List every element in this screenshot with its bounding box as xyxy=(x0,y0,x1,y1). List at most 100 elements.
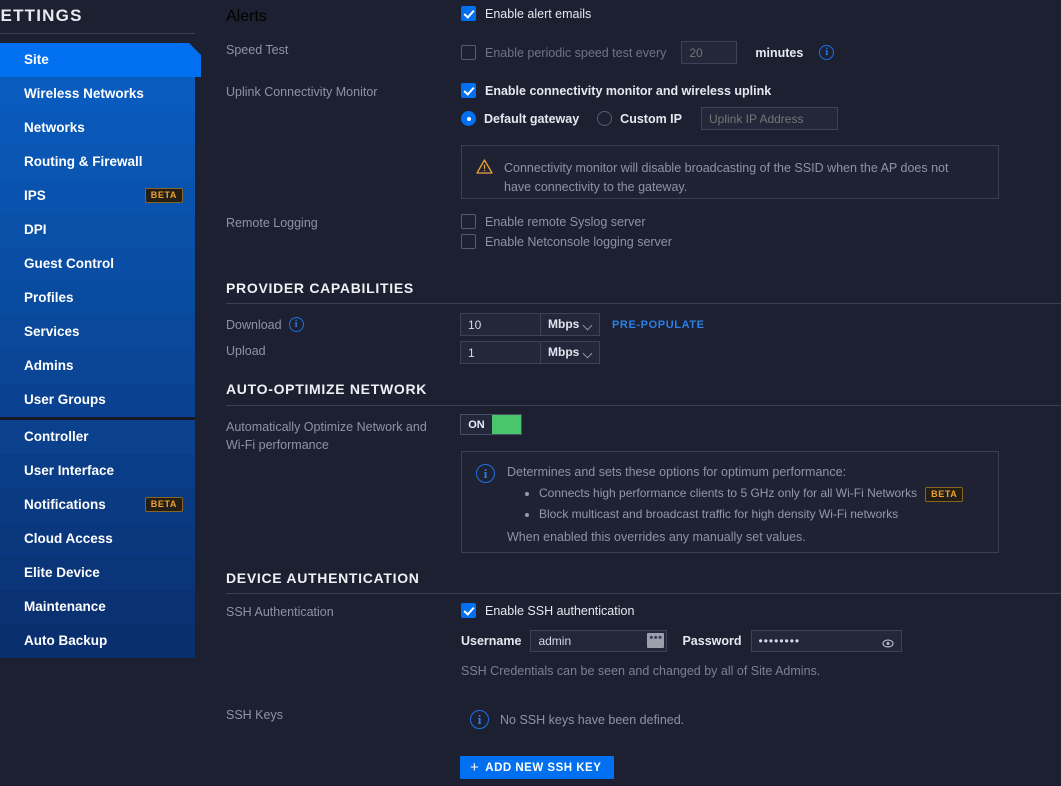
ssh-keys-empty-row: i No SSH keys have been defined. xyxy=(470,710,684,729)
settings-nav-list: Site Wireless Networks Networks Routing & F… xyxy=(0,43,201,658)
auto-optimize-heading: AUTO-OPTIMIZE NETWORK xyxy=(226,381,428,397)
enable-connectivity-monitor-row[interactable]: Enable connectivity monitor and wireless… xyxy=(461,83,771,98)
eye-icon[interactable] xyxy=(881,636,894,648)
settings-content: Alerts Enable alert emails Speed Test En… xyxy=(195,0,1061,786)
sidebar-item-user-groups[interactable]: User Groups xyxy=(0,383,195,417)
uplink-monitor-label: Uplink Connectivity Monitor xyxy=(226,85,378,99)
sidebar-item-ips[interactable]: IPS BETA xyxy=(0,179,195,213)
device-authentication-divider xyxy=(226,593,1061,594)
sidebar-item-wireless-networks[interactable]: Wireless Networks xyxy=(0,77,195,111)
ssh-credentials-row: Username ••• Password xyxy=(461,630,902,652)
pre-populate-link[interactable]: PRE-POPULATE xyxy=(612,319,705,331)
bullet-text: Block multicast and broadcast traffic fo… xyxy=(539,507,899,521)
plus-icon: + xyxy=(470,759,480,776)
alerts-label: Alerts xyxy=(226,8,267,25)
enable-ssh-checkbox[interactable] xyxy=(461,603,476,618)
netconsole-row[interactable]: Enable Netconsole logging server xyxy=(461,234,672,249)
sidebar-item-notifications[interactable]: Notifications BETA xyxy=(0,488,195,522)
sidebar-item-guest-control[interactable]: Guest Control xyxy=(0,247,195,281)
chevron-down-icon xyxy=(582,348,593,359)
warning-triangle-icon xyxy=(476,159,493,174)
sidebar-item-label: Maintenance xyxy=(24,599,106,614)
sidebar-item-maintenance[interactable]: Maintenance xyxy=(0,590,195,624)
sidebar-item-label: Controller xyxy=(24,429,89,444)
sidebar-item-networks[interactable]: Networks xyxy=(0,111,195,145)
sidebar-item-cloud-access[interactable]: Cloud Access xyxy=(0,522,195,556)
uplink-ip-input[interactable] xyxy=(700,107,838,130)
sidebar-item-label: Notifications xyxy=(24,497,106,512)
sidebar-item-services[interactable]: Services xyxy=(0,315,195,349)
auto-optimize-info-icon: i xyxy=(476,464,495,483)
download-speed-input[interactable] xyxy=(460,313,540,336)
auto-optimize-toggle[interactable]: ON xyxy=(460,414,522,435)
download-unit-select[interactable]: Mbps xyxy=(540,313,600,336)
remote-logging-label: Remote Logging xyxy=(226,216,318,230)
enable-connectivity-monitor-checkbox[interactable] xyxy=(461,83,476,98)
sidebar-item-admins[interactable]: Admins xyxy=(0,349,195,383)
enable-alert-emails-row[interactable]: Enable alert emails xyxy=(461,6,591,21)
sidebar-item-label: IPS xyxy=(24,188,46,203)
sidebar-item-label: Profiles xyxy=(24,290,74,305)
enable-alert-emails-checkbox[interactable] xyxy=(461,6,476,21)
sidebar-item-elite-device[interactable]: Elite Device xyxy=(0,556,195,590)
sidebar-item-label: Routing & Firewall xyxy=(24,154,143,169)
download-unit-value: Mbps xyxy=(548,317,580,331)
ssh-password-input[interactable] xyxy=(750,630,902,652)
default-gateway-radio[interactable] xyxy=(461,111,476,126)
download-label: Download xyxy=(226,317,282,332)
enable-remote-syslog-checkbox[interactable] xyxy=(461,214,476,229)
auto-optimize-toggle-knob[interactable] xyxy=(492,415,521,434)
ssh-keys-empty-text: No SSH keys have been defined. xyxy=(500,712,685,727)
ssh-keys-label: SSH Keys xyxy=(226,708,283,722)
auto-optimize-info-box: i Determines and sets these options for … xyxy=(461,451,999,553)
connectivity-warning-text: Connectivity monitor will disable broadc… xyxy=(504,161,949,194)
add-new-ssh-key-button[interactable]: + ADD NEW SSH KEY xyxy=(460,756,615,779)
sidebar-item-label: Site xyxy=(24,52,49,67)
upload-unit-value: Mbps xyxy=(548,345,580,359)
sidebar-item-label: User Groups xyxy=(24,392,106,407)
auto-optimize-bullets: Connects high performance clients to 5 G… xyxy=(539,483,964,525)
upload-unit-select[interactable]: Mbps xyxy=(540,341,600,364)
sidebar-item-label: Cloud Access xyxy=(24,531,113,546)
unifi-settings-page: SETTINGS Site Wireless Networks Networks Ro… xyxy=(0,0,1061,786)
upload-speed-input[interactable] xyxy=(460,341,540,364)
autofill-icon[interactable]: ••• xyxy=(647,633,665,648)
sidebar-item-auto-backup[interactable]: Auto Backup xyxy=(0,624,195,658)
upload-field-row: Mbps xyxy=(460,341,600,364)
provider-capabilities-divider xyxy=(226,303,1061,304)
sidebar-item-label: Networks xyxy=(24,120,85,135)
sidebar-item-label: Services xyxy=(24,324,80,339)
sidebar-item-routing-firewall[interactable]: Routing & Firewall xyxy=(0,145,195,179)
uplink-source-row: Default gateway Custom IP xyxy=(461,107,838,130)
sidebar-item-profiles[interactable]: Profiles xyxy=(0,281,195,315)
speed-test-label: Speed Test xyxy=(226,43,289,57)
custom-ip-radio[interactable] xyxy=(597,111,613,126)
sidebar-item-label: DPI xyxy=(24,222,47,237)
beta-badge: BETA xyxy=(144,188,183,203)
speed-test-interval-input[interactable] xyxy=(681,41,738,64)
sidebar-item-label: Guest Control xyxy=(24,256,114,271)
sidebar-item-site[interactable]: Site xyxy=(0,43,201,77)
provider-capabilities-heading: PROVIDER CAPABILITIES xyxy=(226,280,414,296)
bullet-text: Connects high performance clients to 5 G… xyxy=(539,486,918,500)
custom-ip-label: Custom IP xyxy=(620,111,682,126)
ssh-authentication-label: SSH Authentication xyxy=(226,605,334,619)
enable-remote-syslog-label: Enable remote Syslog server xyxy=(485,214,646,229)
auto-optimize-info-outro: When enabled this overrides any manually… xyxy=(507,530,806,544)
sidebar-item-user-interface[interactable]: User Interface xyxy=(0,454,195,488)
enable-ssh-row[interactable]: Enable SSH authentication xyxy=(461,603,634,618)
download-info-icon[interactable]: i xyxy=(288,317,304,332)
remote-syslog-row[interactable]: Enable remote Syslog server xyxy=(461,214,646,229)
sidebar-item-label: User Interface xyxy=(24,463,115,478)
username-label: Username xyxy=(461,634,522,648)
enable-netconsole-checkbox[interactable] xyxy=(461,234,476,249)
ssh-keys-info-icon: i xyxy=(470,710,489,729)
auto-optimize-divider xyxy=(226,405,1061,406)
chevron-down-icon xyxy=(582,320,593,331)
enable-speed-test-checkbox[interactable] xyxy=(461,45,476,60)
sidebar-item-dpi[interactable]: DPI xyxy=(0,213,195,247)
speed-test-info-icon[interactable]: i xyxy=(819,45,835,60)
beta-badge: BETA xyxy=(925,487,964,502)
auto-optimize-label: Automatically Optimize Network and Wi-Fi… xyxy=(226,420,427,452)
sidebar-item-controller[interactable]: Controller xyxy=(0,420,195,454)
